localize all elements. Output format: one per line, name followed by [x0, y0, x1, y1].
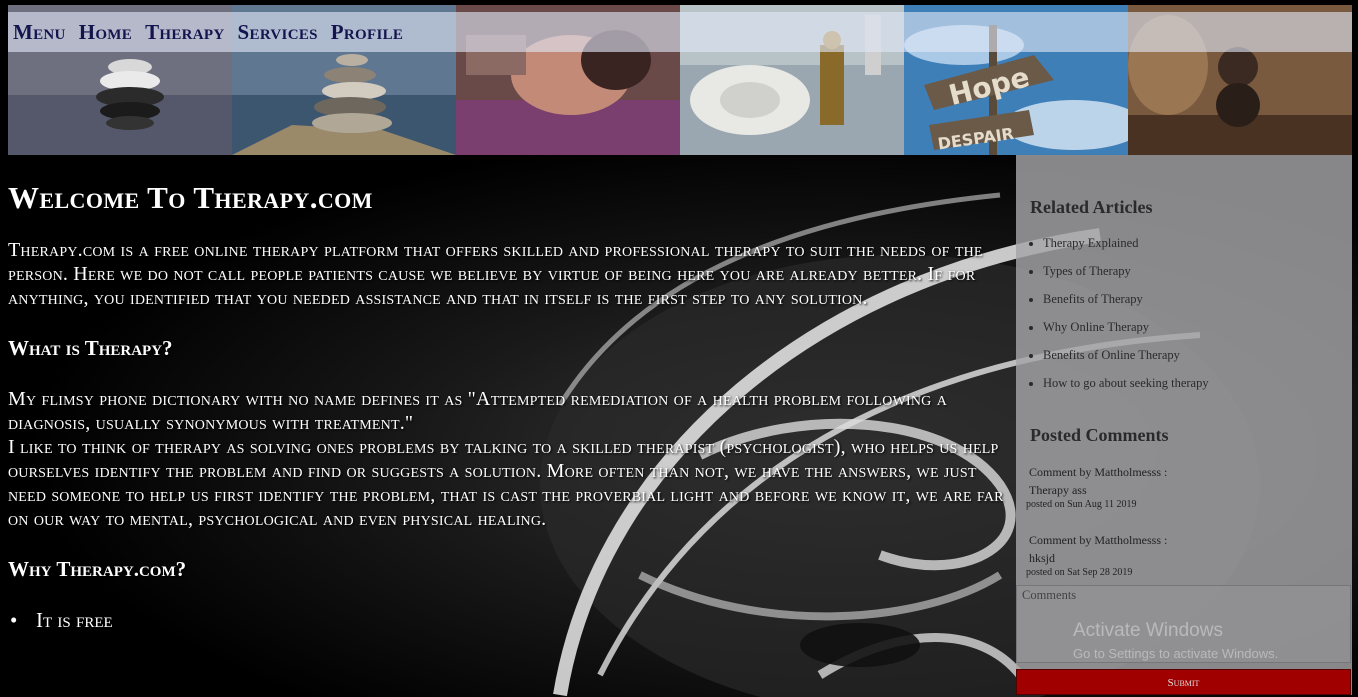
what-heading: What is Therapy? [8, 336, 173, 360]
list-item: It is free [8, 608, 1018, 633]
comment-placeholder: Comments [1022, 588, 1077, 602]
why-list: It is free [8, 608, 1018, 633]
nav-menu[interactable]: Menu [13, 20, 66, 45]
main-content: Welcome To Therapy.com Therapy.com is a … [8, 180, 1018, 633]
related-article-link[interactable]: Benefits of Therapy [1043, 285, 1209, 313]
comment-date: posted on Sat Sep 28 2019 [1026, 567, 1133, 578]
watermark-title: Activate Windows [1073, 620, 1223, 641]
comment-text: hksjd [1029, 551, 1056, 565]
top-nav: Menu Home Therapy Services Profile [8, 12, 1352, 52]
windows-activation-watermark: Activate Windows Go to Settings to activ… [1073, 620, 1278, 661]
related-article-link[interactable]: Why Online Therapy [1043, 313, 1209, 341]
comment-item: Comment by Mattholmesss : hksjd posted o… [1026, 531, 1168, 578]
related-articles-list: Therapy Explained Types of Therapy Benef… [1029, 229, 1209, 397]
watermark-subtitle: Go to Settings to activate Windows. [1073, 646, 1279, 661]
nav-services[interactable]: Services [238, 20, 318, 45]
page-title: Welcome To Therapy.com [8, 180, 373, 215]
related-articles-heading: Related Articles [1030, 197, 1153, 217]
related-article-link[interactable]: Benefits of Online Therapy [1043, 341, 1209, 369]
comment-text: Therapy ass [1029, 483, 1087, 497]
nav-home[interactable]: Home [79, 20, 132, 45]
related-article-link[interactable]: How to go about seeking therapy [1043, 369, 1209, 397]
submit-button[interactable]: Submit [1016, 669, 1351, 695]
therapy-description-paragraph: I like to think of therapy as solving on… [8, 436, 1004, 530]
posted-comments-heading: Posted Comments [1030, 425, 1169, 445]
comment-author: Comment by Mattholmesss : [1029, 533, 1168, 547]
related-article-link[interactable]: Therapy Explained [1043, 229, 1209, 257]
nav-profile[interactable]: Profile [331, 20, 403, 45]
comment-date: posted on Sun Aug 11 2019 [1026, 499, 1137, 510]
comment-author: Comment by Mattholmesss : [1029, 465, 1168, 479]
intro-paragraph: Therapy.com is a free online therapy pla… [8, 239, 983, 309]
why-heading: Why Therapy.com? [8, 557, 187, 581]
related-article-link[interactable]: Types of Therapy [1043, 257, 1209, 285]
nav-therapy[interactable]: Therapy [145, 20, 224, 45]
comment-item: Comment by Mattholmesss : Therapy ass po… [1026, 463, 1168, 510]
definition-paragraph: My flimsy phone dictionary with no name … [8, 388, 948, 434]
